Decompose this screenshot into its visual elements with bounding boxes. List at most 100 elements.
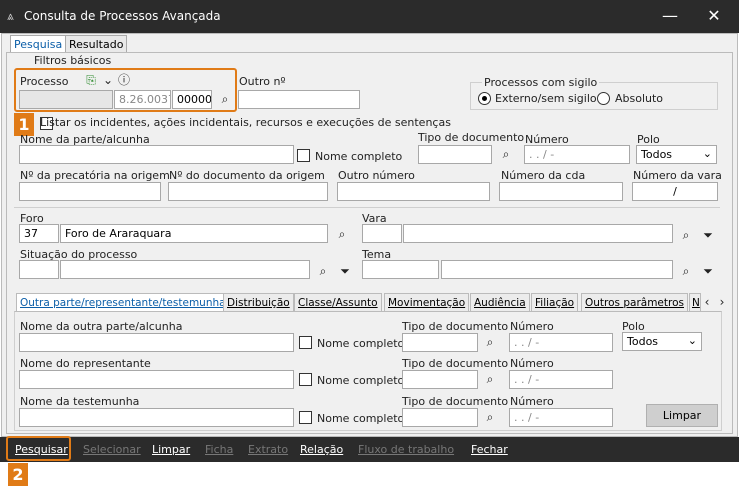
extrato-button[interactable]: Extrato bbox=[248, 443, 288, 456]
tab-classe-assunto[interactable]: Classe/Assunto bbox=[294, 293, 382, 312]
tab-audiencia[interactable]: Audiência bbox=[470, 293, 530, 312]
search-icon[interactable]: ⌕ bbox=[482, 371, 498, 387]
divider bbox=[14, 207, 720, 208]
search-icon[interactable]: ⌕ bbox=[678, 263, 694, 279]
cda-label: Número da cda bbox=[501, 169, 586, 182]
situacao-name-input[interactable] bbox=[60, 260, 310, 279]
tipo-doc-outra-label: Tipo de documento bbox=[402, 320, 509, 333]
tab-pesquisa[interactable]: Pesquisa bbox=[10, 35, 67, 52]
window-title: Consulta de Processos Avançada bbox=[24, 9, 221, 23]
listar-label[interactable]: Listar os incidentes, ações incidentais,… bbox=[40, 116, 451, 129]
situacao-code-input[interactable] bbox=[19, 260, 59, 279]
tipo-doc-test-input[interactable] bbox=[402, 408, 478, 427]
outro-no-input[interactable] bbox=[238, 90, 360, 109]
search-icon[interactable]: ⌕ bbox=[498, 146, 514, 162]
vara-numero-input[interactable]: / bbox=[632, 182, 718, 201]
search-icon[interactable]: ⌕ bbox=[482, 334, 498, 350]
tipo-doc-rep-label: Tipo de documento bbox=[402, 357, 509, 370]
polo-select[interactable]: Todos ⌄ bbox=[636, 145, 717, 164]
radio-absoluto-label[interactable]: Absoluto bbox=[615, 92, 663, 105]
tab-movimentacao[interactable]: Movimentação bbox=[384, 293, 470, 312]
search-icon[interactable]: ⌕ bbox=[315, 263, 331, 279]
tema-name-input[interactable] bbox=[441, 260, 673, 279]
selecionar-button[interactable]: Selecionar bbox=[83, 443, 141, 456]
vara-numero-label: Número da vara bbox=[633, 169, 722, 182]
tipo-doc-rep-input[interactable] bbox=[402, 370, 478, 389]
chevron-down-icon: ⌄ bbox=[702, 147, 712, 160]
nome-rep-input[interactable] bbox=[19, 370, 294, 389]
outro-no-label: Outro nº bbox=[239, 75, 286, 88]
precatoria-label: Nº da precatória na origem bbox=[20, 169, 170, 182]
search-icon[interactable]: ⌕ bbox=[482, 409, 498, 425]
polo-outra-value: Todos bbox=[627, 335, 659, 348]
tema-code-input[interactable] bbox=[362, 260, 439, 279]
radio-externo-label[interactable]: Externo/sem sigilo bbox=[495, 92, 597, 105]
limpar-subtab-button[interactable]: Limpar bbox=[646, 404, 718, 427]
outro-numero-input[interactable] bbox=[337, 182, 490, 201]
title-bar: ⩓ Consulta de Processos Avançada — ✕ bbox=[0, 0, 739, 33]
search-icon[interactable]: ⌕ bbox=[334, 226, 350, 242]
chevron-right-icon[interactable]: › bbox=[714, 294, 730, 310]
step-badge-2: 2 bbox=[8, 463, 28, 486]
nome-completo-test-checkbox[interactable] bbox=[299, 411, 312, 424]
tab-outros-parametros[interactable]: Outros parâmetros bbox=[581, 293, 688, 312]
filter-clear-icon[interactable]: ⏷ bbox=[700, 227, 716, 243]
tipo-doc-test-label: Tipo de documento bbox=[402, 395, 509, 408]
nome-test-input[interactable] bbox=[19, 408, 294, 427]
ficha-button[interactable]: Ficha bbox=[205, 443, 233, 456]
outro-numero-label: Outro número bbox=[338, 169, 415, 182]
highlight-processo bbox=[14, 68, 237, 112]
filter-clear-icon[interactable]: ⏷ bbox=[700, 263, 716, 279]
numero-outra-label: Número bbox=[510, 320, 554, 333]
close-button[interactable]: ✕ bbox=[699, 4, 729, 28]
nome-completo-label[interactable]: Nome completo bbox=[315, 150, 402, 163]
relacao-button[interactable]: Relação bbox=[300, 443, 343, 456]
vara-name-input[interactable] bbox=[403, 224, 673, 243]
numero-input[interactable]: . . / - bbox=[524, 145, 630, 164]
vara-code-input[interactable] bbox=[362, 224, 402, 243]
filter-clear-icon[interactable]: ⏷ bbox=[337, 263, 353, 279]
search-icon[interactable]: ⌕ bbox=[678, 227, 694, 243]
numero-outra-input[interactable]: . . / - bbox=[509, 333, 613, 352]
tab-filiacao[interactable]: Filiação bbox=[531, 293, 579, 312]
minimize-button[interactable]: — bbox=[655, 4, 685, 28]
chevron-left-icon[interactable]: ‹ bbox=[699, 294, 715, 310]
nome-completo-rep-checkbox[interactable] bbox=[299, 373, 312, 386]
foro-name-input[interactable]: Foro de Araraquara bbox=[60, 224, 328, 243]
chevron-down-icon: ⌄ bbox=[687, 334, 697, 347]
doc-origem-input[interactable] bbox=[168, 182, 328, 201]
radio-externo[interactable] bbox=[478, 92, 491, 105]
nome-outra-input[interactable] bbox=[19, 333, 294, 352]
tipo-doc-label: Tipo de documento bbox=[418, 131, 525, 144]
tab-distribuicao[interactable]: Distribuição bbox=[223, 293, 294, 312]
limpar-button[interactable]: Limpar bbox=[152, 443, 190, 456]
cda-input[interactable] bbox=[499, 182, 623, 201]
tipo-doc-input[interactable] bbox=[418, 145, 492, 164]
pesquisar-button[interactable]: Pesquisar bbox=[15, 443, 68, 456]
numero-test-label: Número bbox=[510, 395, 554, 408]
filtros-basicos-label: Filtros básicos bbox=[34, 54, 112, 67]
polo-outra-select[interactable]: Todos ⌄ bbox=[622, 332, 702, 351]
app-logo-icon: ⩓ bbox=[7, 9, 14, 23]
nome-completo-outra-checkbox[interactable] bbox=[299, 336, 312, 349]
nome-completo-rep-label[interactable]: Nome completo bbox=[317, 374, 404, 387]
polo-value: Todos bbox=[641, 148, 673, 161]
numero-test-input[interactable]: . . / - bbox=[509, 408, 613, 427]
sigilo-title: Processos com sigilo bbox=[482, 76, 600, 89]
radio-absoluto[interactable] bbox=[597, 92, 610, 105]
tipo-doc-outra-input[interactable] bbox=[402, 333, 478, 352]
nome-outra-label: Nome da outra parte/alcunha bbox=[20, 320, 183, 333]
numero-rep-input[interactable]: . . / - bbox=[509, 370, 613, 389]
nome-rep-label: Nome do representante bbox=[20, 357, 151, 370]
nome-completo-test-label[interactable]: Nome completo bbox=[317, 412, 404, 425]
fluxo-trabalho-button[interactable]: Fluxo de trabalho bbox=[358, 443, 454, 456]
tab-resultado[interactable]: Resultado bbox=[65, 35, 128, 52]
tab-outra-parte[interactable]: Outra parte/representante/testemunha bbox=[16, 293, 230, 312]
nome-completo-checkbox[interactable] bbox=[297, 149, 310, 162]
foro-code-input[interactable]: 37 bbox=[19, 224, 59, 243]
doc-origem-label: Nº do documento da origem bbox=[169, 169, 325, 182]
fechar-button[interactable]: Fechar bbox=[471, 443, 508, 456]
precatoria-input[interactable] bbox=[19, 182, 161, 201]
nome-parte-input[interactable] bbox=[19, 145, 294, 164]
nome-completo-outra-label[interactable]: Nome completo bbox=[317, 337, 404, 350]
